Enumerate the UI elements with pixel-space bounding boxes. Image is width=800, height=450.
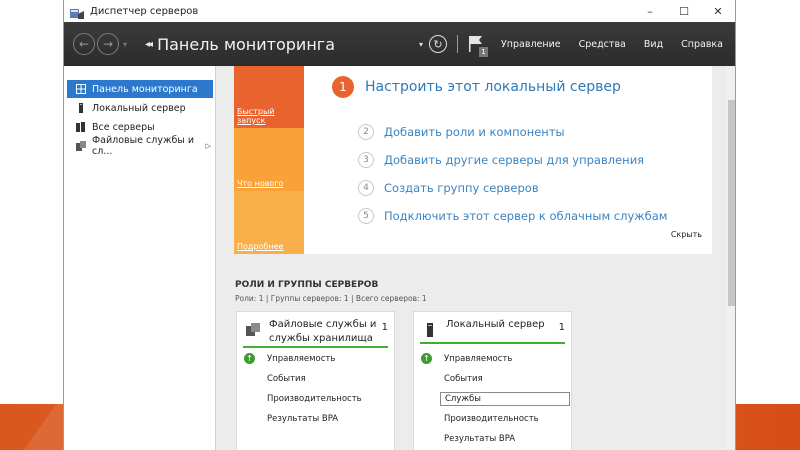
sidebar: Панель мониторинга Локальный сервер Все …	[64, 66, 216, 450]
toolbar-separator	[457, 35, 458, 53]
tile-row-label: Управляемость	[444, 354, 513, 364]
tab-learn-more[interactable]: Подробнее	[234, 191, 304, 254]
step-number: 4	[358, 180, 374, 196]
breadcrumb-arrows-icon: ◂◂	[145, 38, 153, 50]
step-add-roles[interactable]: 2 Добавить роли и компоненты	[358, 124, 565, 140]
sidebar-item-label: Локальный сервер	[92, 102, 186, 114]
minimize-button[interactable]: –	[633, 0, 667, 22]
server-manager-window: Диспетчер серверов – ☐ ✕ ← → ▾ ◂◂ Панель…	[63, 0, 736, 450]
step-link[interactable]: Добавить другие серверы для управления	[384, 153, 644, 167]
tile-row-label: Управляемость	[267, 354, 336, 364]
back-button[interactable]: ←	[73, 33, 95, 55]
roles-summary: Роли: 1 | Группы серверов: 1 | Всего сер…	[235, 294, 427, 303]
vertical-scrollbar[interactable]	[726, 66, 735, 450]
tile-row-label: Результаты BPA	[444, 434, 516, 444]
tile-row-services[interactable]: Службы	[440, 392, 570, 406]
status-ok-icon: ↑	[244, 353, 255, 364]
file-services-icon	[246, 322, 260, 336]
menu-help[interactable]: Справка	[681, 39, 723, 50]
server-manager-icon	[70, 5, 84, 19]
tile-row-bpa-results[interactable]: Результаты BPA	[267, 414, 338, 424]
file-services-icon	[76, 141, 86, 151]
tile-status-line	[420, 342, 565, 344]
step-number: 2	[358, 124, 374, 140]
menu-tools[interactable]: Средства	[579, 39, 626, 50]
expand-arrow-icon[interactable]: ▷	[206, 142, 211, 150]
role-tile-local-server: Локальный сервер 1 ↑ Управляемость Событ…	[413, 311, 572, 450]
sidebar-item-local-server[interactable]: Локальный сервер	[64, 99, 215, 117]
step-create-server-group[interactable]: 4 Создать группу серверов	[358, 180, 539, 196]
step-connect-cloud[interactable]: 5 Подключить этот сервер к облачным служ…	[358, 208, 667, 224]
hide-link[interactable]: Скрыть	[671, 230, 702, 239]
tab-whats-new[interactable]: Что нового	[234, 128, 304, 191]
tile-row-events[interactable]: События	[267, 374, 306, 384]
tile-count: 1	[558, 322, 565, 333]
close-button[interactable]: ✕	[701, 0, 735, 22]
title-bar: Диспетчер серверов – ☐ ✕	[64, 0, 735, 22]
window-controls: – ☐ ✕	[633, 0, 735, 22]
notification-count: 1	[479, 47, 488, 57]
tile-status-line	[243, 346, 388, 348]
tile-row-performance[interactable]: Производительность	[267, 394, 362, 404]
window-title: Диспетчер серверов	[90, 5, 199, 17]
tab-label: Подробнее	[237, 242, 284, 251]
tab-label: Быстрый запуск	[237, 107, 275, 125]
forward-button[interactable]: →	[97, 33, 119, 55]
quick-start-panel: Быстрый запуск Что нового Подробнее 1 На…	[234, 66, 712, 254]
notifications-flag-icon[interactable]: 1	[466, 34, 488, 57]
menu-view[interactable]: Вид	[644, 39, 663, 50]
roles-section-title: РОЛИ И ГРУППЫ СЕРВЕРОВ	[235, 280, 379, 290]
menu-manage[interactable]: Управление	[501, 39, 561, 50]
step-link[interactable]: Создать группу серверов	[384, 181, 539, 195]
sidebar-item-label: Файловые службы и сл...	[92, 135, 195, 157]
local-server-icon	[76, 103, 86, 113]
breadcrumb-dropdown-icon[interactable]: ▾	[419, 40, 423, 49]
tile-row-performance[interactable]: Производительность	[444, 414, 539, 424]
local-server-icon	[423, 322, 437, 337]
toolbar-right: ▾ ↻ 1 Управление Средства Вид Справка	[419, 22, 735, 66]
maximize-button[interactable]: ☐	[667, 0, 701, 22]
history-dropdown-icon[interactable]: ▾	[123, 40, 127, 49]
tile-title[interactable]: Файловые службы и службы хранилища	[269, 318, 379, 346]
sidebar-item-label: Все серверы	[92, 121, 155, 133]
step-link[interactable]: Добавить роли и компоненты	[384, 125, 565, 139]
step-link[interactable]: Подключить этот сервер к облачным служба…	[384, 209, 667, 223]
tile-row-events[interactable]: События	[444, 374, 483, 384]
step-add-servers[interactable]: 3 Добавить другие серверы для управления	[358, 152, 644, 168]
step-link[interactable]: Настроить этот локальный сервер	[365, 79, 621, 95]
tile-row-label: События	[444, 374, 483, 384]
tab-quick-start[interactable]: Быстрый запуск	[234, 66, 304, 128]
dashboard-icon	[76, 84, 86, 94]
tile-count: 1	[381, 322, 388, 333]
step-configure-local-server[interactable]: 1 Настроить этот локальный сервер	[332, 76, 621, 98]
refresh-button[interactable]: ↻	[429, 35, 447, 53]
tile-row-bpa-results[interactable]: Результаты BPA	[444, 434, 515, 444]
tile-row-label: Результаты BPA	[267, 414, 339, 424]
all-servers-icon	[76, 122, 86, 132]
tab-label: Что нового	[237, 179, 284, 188]
toolbar: ← → ▾ ◂◂ Панель мониторинга ▾ ↻ 1 Управл…	[64, 22, 735, 66]
role-tile-file-services: Файловые службы и службы хранилища 1 ↑ У…	[236, 311, 395, 450]
tile-title[interactable]: Локальный сервер	[446, 318, 556, 332]
tile-row-manageability[interactable]: ↑ Управляемость	[244, 353, 336, 364]
sidebar-item-all-servers[interactable]: Все серверы	[64, 118, 215, 136]
sidebar-item-label: Панель мониторинга	[92, 83, 198, 95]
tile-row-manageability[interactable]: ↑ Управляемость	[421, 353, 513, 364]
sidebar-item-file-services[interactable]: Файловые службы и сл... ▷	[64, 135, 215, 157]
main-content: Быстрый запуск Что нового Подробнее 1 На…	[216, 66, 735, 450]
sidebar-item-dashboard[interactable]: Панель мониторинга	[67, 80, 213, 98]
step-number: 5	[358, 208, 374, 224]
step-number: 3	[358, 152, 374, 168]
tile-row-label: Службы	[445, 394, 482, 404]
tile-row-label: События	[267, 374, 306, 384]
step-number: 1	[332, 76, 354, 98]
scrollbar-thumb[interactable]	[728, 100, 735, 306]
page-title: Панель мониторинга	[157, 34, 335, 54]
tile-row-label: Производительность	[267, 394, 362, 404]
tile-row-label: Производительность	[444, 414, 539, 424]
status-ok-icon: ↑	[421, 353, 432, 364]
